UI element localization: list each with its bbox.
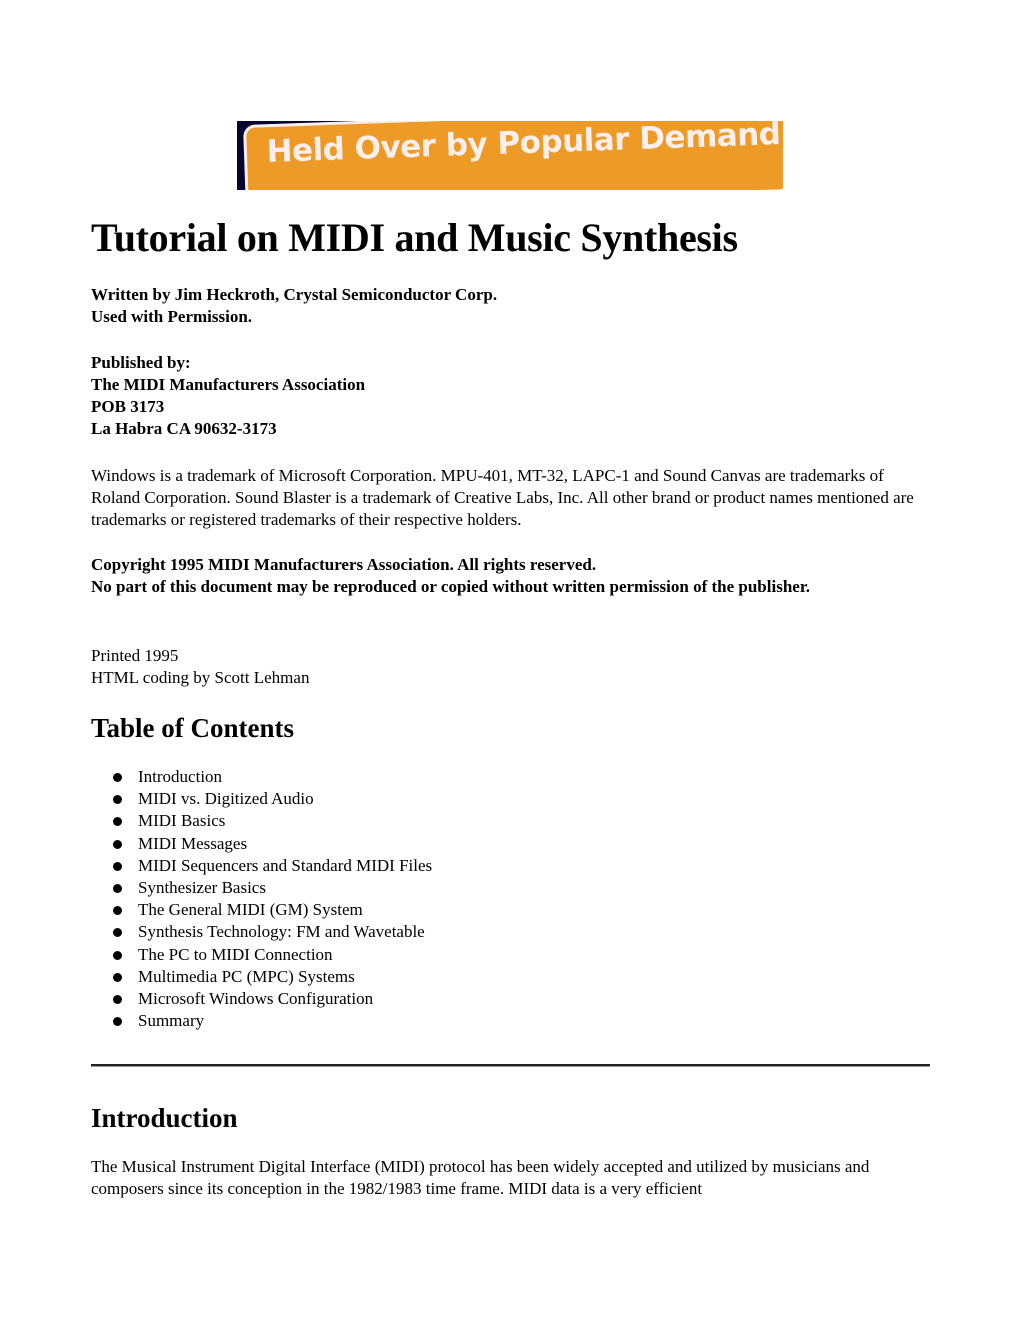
printed-date: Printed 1995 (91, 646, 179, 665)
publisher-address-2: La Habra CA 90632-3173 (91, 419, 277, 438)
toc-item: MIDI Messages (91, 833, 432, 855)
byline: Written by Jim Heckroth, Crystal Semicon… (91, 284, 931, 328)
toc-heading-wrap: Table of Contents (91, 711, 931, 745)
toc-item: Introduction (91, 766, 432, 788)
toc-link-introduction[interactable]: Introduction (138, 767, 222, 786)
bullet-icon (113, 795, 122, 805)
toc-heading: Table of Contents (91, 713, 295, 743)
publisher-address-1: POB 3173 (91, 397, 165, 416)
toc-link-synthesis-technology[interactable]: Synthesis Technology: FM and Wavetable (138, 922, 425, 941)
bullet-icon (113, 884, 122, 894)
bullet-icon (113, 817, 122, 827)
toc-item: MIDI vs. Digitized Audio (91, 788, 432, 810)
section-divider (91, 1064, 930, 1067)
copyright-line: Copyright 1995 MIDI Manufacturers Associ… (91, 555, 597, 574)
bullet-icon (113, 995, 122, 1005)
introduction-text: The Musical Instrument Digital Interface… (91, 1157, 870, 1198)
toc-item: Multimedia PC (MPC) Systems (91, 966, 432, 988)
table-of-contents: Introduction MIDI vs. Digitized Audio MI… (91, 766, 432, 1032)
page-title: Tutorial on MIDI and Music Synthesis (91, 215, 738, 260)
toc-item: Synthesis Technology: FM and Wavetable (91, 921, 432, 943)
toc-item: MIDI Sequencers and Standard MIDI Files (91, 855, 432, 877)
introduction-heading: Introduction (91, 1103, 238, 1133)
toc-link-pc-to-midi[interactable]: The PC to MIDI Connection (138, 945, 333, 964)
bullet-icon (113, 1017, 122, 1027)
bullet-icon (113, 773, 122, 782)
toc-link-midi-vs-digitized-audio[interactable]: MIDI vs. Digitized Audio (138, 789, 314, 808)
toc-link-general-midi[interactable]: The General MIDI (GM) System (138, 900, 363, 919)
bullet-icon (113, 906, 122, 916)
toc-item: Summary (91, 1010, 432, 1032)
toc-item: Microsoft Windows Configuration (91, 988, 432, 1010)
held-over-banner: Held Over by Popular Demand! (237, 121, 783, 190)
toc-link-midi-basics[interactable]: MIDI Basics (138, 811, 225, 830)
toc-link-summary[interactable]: Summary (138, 1011, 204, 1030)
bullet-icon (113, 839, 122, 849)
introduction-heading-wrap: Introduction (91, 1101, 931, 1135)
trademarks-block: Windows is a trademark of Microsoft Corp… (91, 465, 921, 531)
bullet-icon (113, 861, 122, 871)
copyright-notice: No part of this document may be reproduc… (91, 577, 811, 596)
byline-permission: Used with Permission. (91, 307, 253, 326)
publisher-block: Published by: The MIDI Manufacturers Ass… (91, 352, 931, 440)
bullet-icon (113, 950, 122, 960)
html-coding-credit: HTML coding by Scott Lehman (91, 668, 310, 687)
introduction-section: The Musical Instrument Digital Interface… (91, 1156, 933, 1200)
byline-author: Written by Jim Heckroth, Crystal Semicon… (91, 285, 498, 304)
toc-link-midi-sequencers[interactable]: MIDI Sequencers and Standard MIDI Files (138, 856, 432, 875)
trademarks-text: Windows is a trademark of Microsoft Corp… (91, 466, 914, 529)
toc-link-midi-messages[interactable]: MIDI Messages (138, 834, 247, 853)
toc-link-multimedia-pc[interactable]: Multimedia PC (MPC) Systems (138, 967, 355, 986)
bullet-icon (113, 972, 122, 982)
copyright-block: Copyright 1995 MIDI Manufacturers Associ… (91, 554, 881, 598)
toc-item: The PC to MIDI Connection (91, 944, 432, 966)
toc-link-windows-configuration[interactable]: Microsoft Windows Configuration (138, 989, 373, 1008)
publisher-label: Published by: (91, 353, 191, 372)
toc-item: MIDI Basics (91, 810, 432, 832)
credits-block: Printed 1995 HTML coding by Scott Lehman (91, 645, 931, 689)
toc-item: Synthesizer Basics (91, 877, 432, 899)
toc-item: The General MIDI (GM) System (91, 899, 432, 921)
toc-link-synthesizer-basics[interactable]: Synthesizer Basics (138, 878, 266, 897)
bullet-icon (113, 928, 122, 938)
publisher-name: The MIDI Manufacturers Association (91, 375, 366, 394)
